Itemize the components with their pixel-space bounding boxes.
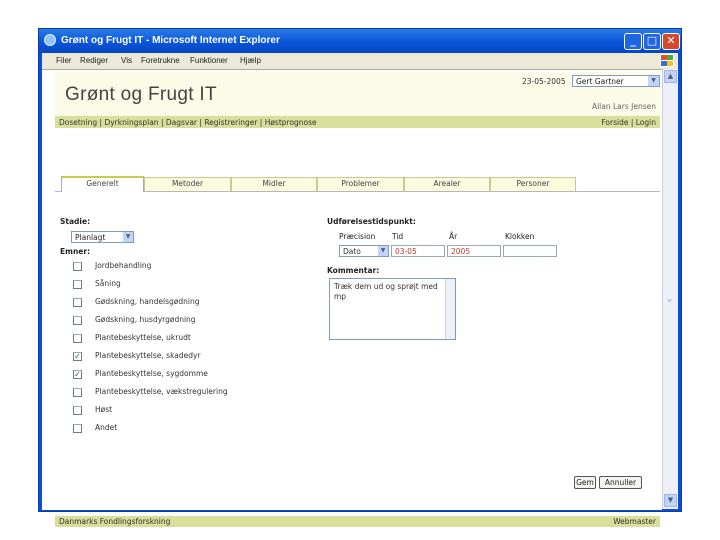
checkbox-handelsgoedning[interactable] xyxy=(73,298,82,307)
site-footer: Danmarks Fondlingsforskning Webmaster xyxy=(55,516,660,527)
emne-label: Andet xyxy=(95,423,118,432)
emne-label: Gødskning, handelsgødning xyxy=(95,297,200,306)
close-button[interactable]: ✕ xyxy=(662,33,680,50)
page-viewport: Grønt og Frugt IT 23-05-2005 Gert Gartne… xyxy=(42,69,662,527)
emne-label: Såning xyxy=(95,279,121,288)
vertical-scrollbar[interactable]: ▲ ≡ ▼ xyxy=(662,69,678,509)
annuller-button[interactable]: Annuller xyxy=(599,476,642,489)
scroll-grip-icon[interactable]: ≡ xyxy=(667,297,673,304)
checkbox-saaning[interactable] xyxy=(73,280,82,289)
checkbox-husdyrgoedning[interactable] xyxy=(73,316,82,325)
col-tid-label: Tid xyxy=(392,232,404,241)
tab-personer[interactable]: Personer xyxy=(490,177,576,191)
generelt-form: Stadie: Planlagt ▼ Emner: Jordbehandling… xyxy=(55,192,660,498)
kommentar-textarea[interactable]: Træk dem ud og sprøjt med mp xyxy=(329,278,456,340)
col-klokken-label: Klokken xyxy=(505,232,535,241)
menu-vis[interactable]: Vis xyxy=(121,56,132,65)
emne-label: Jordbehandling xyxy=(95,261,152,270)
col-precision-label: Præcision xyxy=(339,232,376,241)
windows-flag-icon xyxy=(660,54,674,67)
checkbox-ukrudt[interactable] xyxy=(73,334,82,343)
site-brand[interactable]: Grønt og Frugt IT xyxy=(65,84,217,106)
col-aar-label: År xyxy=(449,232,458,241)
menu-foretrukne[interactable]: Foretrukne xyxy=(141,56,180,65)
kommentar-text: Træk dem ud og sprøjt med mp xyxy=(334,282,438,301)
emne-label: Plantebeskyttelse, skadedyr xyxy=(95,351,201,360)
precision-select[interactable]: Dato ▼ xyxy=(339,245,389,257)
footer-webmaster-link[interactable]: Webmaster xyxy=(613,517,656,526)
nav-left-links[interactable]: Dosetning | Dyrkningsplan | Dagsvar | Re… xyxy=(59,118,317,127)
stadie-label: Stadie: xyxy=(60,217,91,226)
tab-problemer[interactable]: Problemer xyxy=(317,177,404,191)
checkbox-andet[interactable] xyxy=(73,424,82,433)
menu-hjaelp[interactable]: Hjælp xyxy=(240,56,261,65)
tab-midler[interactable]: Midler xyxy=(231,177,317,191)
menu-funktioner[interactable]: Funktioner xyxy=(190,56,228,65)
emne-label: Plantebeskyttelse, sygdomme xyxy=(95,369,208,378)
chevron-down-icon[interactable]: ▼ xyxy=(648,76,659,86)
window-title: Grønt og Frugt IT - Microsoft Internet E… xyxy=(61,35,280,46)
checkbox-skadedyr[interactable]: ✓ xyxy=(73,352,82,361)
kommentar-label: Kommentar: xyxy=(327,266,380,275)
menu-rediger[interactable]: Rediger xyxy=(80,56,108,65)
chevron-down-icon[interactable]: ▼ xyxy=(378,246,388,256)
emne-label: Høst xyxy=(95,405,113,414)
tid-input[interactable]: 03-05 xyxy=(391,245,445,257)
maximize-button[interactable]: □ xyxy=(643,33,661,50)
minimize-button[interactable]: _ xyxy=(624,33,642,50)
emne-label: Plantebeskyttelse, ukrudt xyxy=(95,333,191,342)
stadie-value: Planlagt xyxy=(75,233,106,242)
emner-label: Emner: xyxy=(60,247,91,256)
current-date: 23-05-2005 xyxy=(522,77,566,86)
ie-icon xyxy=(44,34,56,46)
emne-label: Gødskning, husdyrgødning xyxy=(95,315,196,324)
emne-label: Plantebeskyttelse, vækstregulering xyxy=(95,387,228,396)
checkbox-vaekstregulering[interactable] xyxy=(73,388,82,397)
tab-generelt[interactable]: Generelt xyxy=(61,176,144,192)
main-nav: Dosetning | Dyrkningsplan | Dagsvar | Re… xyxy=(55,116,660,128)
user-select-value: Gert Gartner xyxy=(576,77,624,86)
site-header: Grønt og Frugt IT 23-05-2005 Gert Gartne… xyxy=(55,72,660,116)
footer-org-link[interactable]: Danmarks Fondlingsforskning xyxy=(59,517,170,526)
nav-right-links[interactable]: Forside | Login xyxy=(601,118,656,127)
chevron-down-icon[interactable]: ▼ xyxy=(123,232,133,242)
tab-arealer[interactable]: Arealer xyxy=(404,177,490,191)
udfoerelse-label: Udførelsestidspunkt: xyxy=(327,217,416,226)
klokken-input[interactable] xyxy=(503,245,557,257)
web-page: Grønt og Frugt IT 23-05-2005 Gert Gartne… xyxy=(55,70,661,527)
gem-button[interactable]: Gem xyxy=(574,476,596,489)
menu-filer[interactable]: Filer xyxy=(56,56,72,65)
scroll-up-icon[interactable]: ▲ xyxy=(664,70,677,83)
tab-metoder[interactable]: Metoder xyxy=(144,177,231,191)
precision-value: Dato xyxy=(343,247,361,256)
browser-window: Grønt og Frugt IT - Microsoft Internet E… xyxy=(38,28,682,527)
menu-bar: Filer Rediger Vis Foretrukne Funktioner … xyxy=(42,53,678,69)
checkbox-jordbehandling[interactable] xyxy=(73,262,82,271)
aar-input[interactable]: 2005 xyxy=(447,245,501,257)
textarea-scrollbar[interactable] xyxy=(445,279,455,339)
checkbox-hoest[interactable] xyxy=(73,406,82,415)
stadie-select[interactable]: Planlagt ▼ xyxy=(71,231,134,243)
alt-user-name: Allan Lars Jensen xyxy=(591,102,656,111)
user-select[interactable]: Gert Gartner ▼ xyxy=(572,75,660,87)
tab-strip: Generelt Metoder Midler Problemer Areale… xyxy=(61,176,661,192)
scroll-down-icon[interactable]: ▼ xyxy=(664,494,677,507)
title-bar[interactable]: Grønt og Frugt IT - Microsoft Internet E… xyxy=(39,29,681,53)
checkbox-sygdomme[interactable]: ✓ xyxy=(73,370,82,379)
